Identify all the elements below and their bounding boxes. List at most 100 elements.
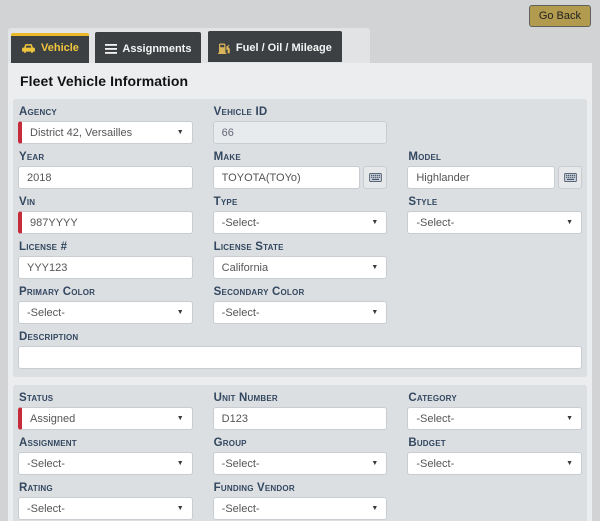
field-model: Model [407, 151, 582, 189]
description-input[interactable] [18, 346, 582, 369]
agency-select[interactable]: District 42, Versailles ▼ [18, 121, 193, 144]
field-style: Style -Select- ▼ [407, 196, 582, 234]
make-input[interactable] [213, 166, 361, 189]
agency-label: Agency [19, 106, 193, 118]
license-state-label: License State [214, 241, 388, 253]
group-label: Group [214, 437, 388, 449]
field-license-state: License State California ▼ [213, 241, 388, 279]
funding-vendor-value: -Select- [222, 503, 260, 515]
rating-select[interactable]: -Select- ▼ [18, 497, 193, 520]
go-back-button[interactable]: Go Back [529, 5, 591, 27]
status-select[interactable]: Assigned ▼ [18, 407, 193, 430]
rating-label: Rating [19, 482, 193, 494]
chevron-down-icon: ▼ [177, 460, 184, 467]
chevron-down-icon: ▼ [371, 460, 378, 467]
field-status: Status Assigned ▼ [18, 392, 193, 430]
chevron-down-icon: ▼ [371, 264, 378, 271]
tab-vehicle[interactable]: Vehicle [11, 33, 89, 63]
field-vehicle-id: Vehicle ID [213, 106, 388, 144]
field-agency: Agency District 42, Versailles ▼ [18, 106, 193, 144]
model-input[interactable] [407, 166, 555, 189]
style-select[interactable]: -Select- ▼ [407, 211, 582, 234]
keyboard-icon [369, 169, 382, 187]
funding-vendor-label: Funding Vendor [214, 482, 388, 494]
chevron-down-icon: ▼ [177, 309, 184, 316]
tab-fuel-oil-mileage[interactable]: Fuel / Oil / Mileage [208, 31, 342, 62]
chevron-down-icon: ▼ [566, 219, 573, 226]
year-input[interactable] [18, 166, 193, 189]
field-budget: Budget -Select- ▼ [407, 437, 582, 475]
unit-number-label: Unit Number [214, 392, 388, 404]
status-label: Status [19, 392, 193, 404]
primary-color-select[interactable]: -Select- ▼ [18, 301, 193, 324]
group-value: -Select- [222, 458, 260, 470]
secondary-color-select[interactable]: -Select- ▼ [213, 301, 388, 324]
field-vin: Vin [18, 196, 193, 234]
field-unit-number: Unit Number [213, 392, 388, 430]
license-number-input[interactable] [18, 256, 193, 279]
primary-color-label: Primary Color [19, 286, 193, 298]
make-label: Make [214, 151, 388, 163]
make-keyboard-button[interactable] [363, 166, 387, 189]
category-select[interactable]: -Select- ▼ [407, 407, 582, 430]
field-secondary-color: Secondary Color -Select- ▼ [213, 286, 388, 324]
chevron-down-icon: ▼ [371, 219, 378, 226]
agency-value: District 42, Versailles [30, 127, 132, 139]
car-icon [21, 43, 36, 54]
type-label: Type [214, 196, 388, 208]
chevron-down-icon: ▼ [371, 505, 378, 512]
type-value: -Select- [222, 217, 260, 229]
unit-number-input[interactable] [213, 407, 388, 430]
budget-select[interactable]: -Select- ▼ [407, 452, 582, 475]
keyboard-icon [564, 169, 577, 187]
field-group: Group -Select- ▼ [213, 437, 388, 475]
field-category: Category -Select- ▼ [407, 392, 582, 430]
fuel-pump-icon [218, 43, 231, 54]
vehicle-identity-section: Agency District 42, Versailles ▼ Vehicle… [13, 99, 587, 377]
field-rating: Rating -Select- ▼ [18, 482, 193, 520]
list-icon [105, 44, 117, 54]
style-value: -Select- [416, 217, 454, 229]
license-number-label: License # [19, 241, 193, 253]
assignment-select[interactable]: -Select- ▼ [18, 452, 193, 475]
model-label: Model [408, 151, 582, 163]
vin-label: Vin [19, 196, 193, 208]
field-description: Description [18, 331, 582, 369]
vehicle-id-label: Vehicle ID [214, 106, 388, 118]
type-select[interactable]: -Select- ▼ [213, 211, 388, 234]
main-panel: Fleet Vehicle Information Agency Distric… [8, 63, 592, 521]
vin-input[interactable] [18, 211, 193, 234]
field-assignment: Assignment -Select- ▼ [18, 437, 193, 475]
rating-value: -Select- [27, 503, 65, 515]
group-select[interactable]: -Select- ▼ [213, 452, 388, 475]
chevron-down-icon: ▼ [566, 415, 573, 422]
tab-bar: Vehicle Assignments Fuel / Oil / Mileage [8, 0, 600, 63]
assignment-value: -Select- [27, 458, 65, 470]
status-purchase-section: Status Assigned ▼ Unit Number Category -… [13, 385, 587, 521]
field-primary-color: Primary Color -Select- ▼ [18, 286, 193, 324]
tab-label: Fuel / Oil / Mileage [236, 42, 332, 54]
secondary-color-label: Secondary Color [214, 286, 388, 298]
tab-label: Vehicle [41, 42, 79, 54]
primary-color-value: -Select- [27, 307, 65, 319]
budget-label: Budget [408, 437, 582, 449]
tab-container: Vehicle Assignments Fuel / Oil / Mileage [8, 28, 370, 63]
assignment-label: Assignment [19, 437, 193, 449]
license-state-value: California [222, 262, 268, 274]
model-keyboard-button[interactable] [558, 166, 582, 189]
description-label: Description [19, 331, 582, 343]
tab-assignments[interactable]: Assignments [95, 32, 201, 63]
field-make: Make [213, 151, 388, 189]
chevron-down-icon: ▼ [177, 415, 184, 422]
style-label: Style [408, 196, 582, 208]
chevron-down-icon: ▼ [177, 129, 184, 136]
chevron-down-icon: ▼ [566, 460, 573, 467]
tab-label: Assignments [122, 43, 191, 55]
chevron-down-icon: ▼ [371, 309, 378, 316]
license-state-select[interactable]: California ▼ [213, 256, 388, 279]
chevron-down-icon: ▼ [177, 505, 184, 512]
category-label: Category [408, 392, 582, 404]
status-value: Assigned [30, 413, 75, 425]
field-funding-vendor: Funding Vendor -Select- ▼ [213, 482, 388, 520]
funding-vendor-select[interactable]: -Select- ▼ [213, 497, 388, 520]
